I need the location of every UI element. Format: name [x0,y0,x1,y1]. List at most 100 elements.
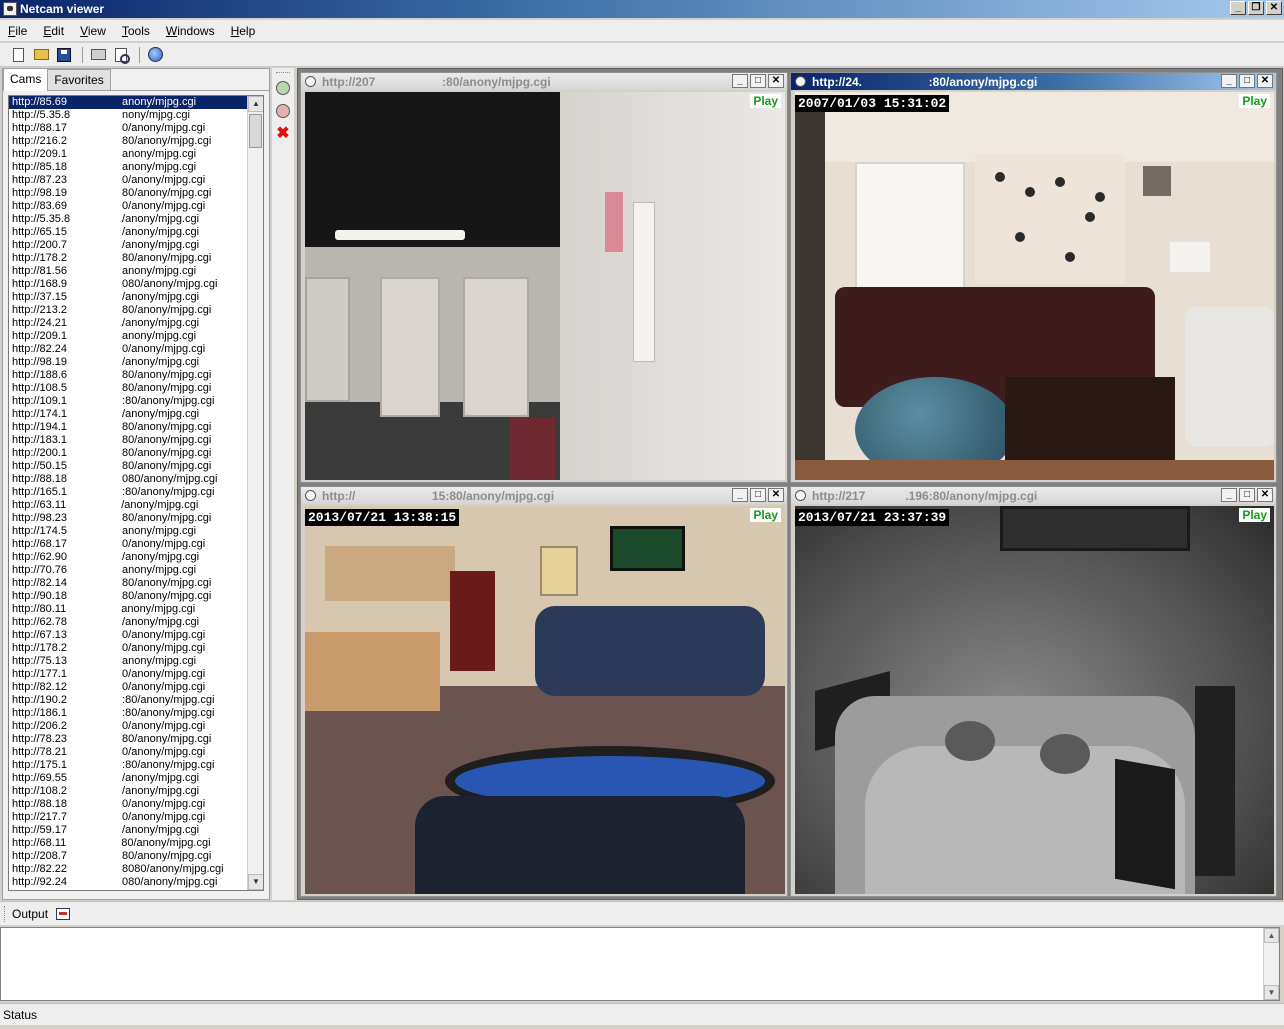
cam-list-item[interactable]: http://68.17 0/anony/mjpg.cgi [9,538,247,551]
cam-list-item[interactable]: http://175.1 :80/anony/mjpg.cgi [9,759,247,772]
maximize-button[interactable]: □ [1239,74,1255,88]
cam-list-item[interactable]: http://178.2 80/anony/mjpg.cgi [9,252,247,265]
cam-list-item[interactable]: http://177.1 0/anony/mjpg.cgi [9,668,247,681]
save-button[interactable] [54,45,74,65]
cam-list-item[interactable]: http://174.5 anony/mjpg.cgi [9,525,247,538]
tab-cams[interactable]: Cams [3,68,49,91]
menu-windows[interactable]: Windows [158,24,223,38]
close-button[interactable]: ✕ [1266,1,1282,15]
cam-list-item[interactable]: http://82.22 8080/anony/mjpg.cgi [9,863,247,876]
print-button[interactable] [88,45,108,65]
cam-list-item[interactable]: http://108.2 /anony/mjpg.cgi [9,785,247,798]
cam-window[interactable]: http:// 15:80/anony/mjpg.cgi _ □ ✕ 2013/… [300,486,788,897]
close-button[interactable]: ✕ [768,488,784,502]
cam-list-item[interactable]: http://70.76 anony/mjpg.cgi [9,564,247,577]
maximize-button[interactable]: □ [750,488,766,502]
maximize-button[interactable]: □ [750,74,766,88]
remove-cam-button[interactable] [274,102,292,120]
scroll-thumb[interactable] [249,114,262,148]
cam-list-item[interactable]: http://88.17 0/anony/mjpg.cgi [9,122,247,135]
scroll-up-arrow-icon[interactable]: ▲ [248,96,263,112]
cam-list-item[interactable]: http://194.1 80/anony/mjpg.cgi [9,421,247,434]
maximize-button[interactable]: □ [1239,488,1255,502]
cam-list[interactable]: http://85.69 anony/mjpg.cgi http://5.35.8… [8,95,264,891]
cam-video-feed[interactable]: 2007/01/03 15:31:02 Play [795,92,1274,480]
cam-list-item[interactable]: http://85.18 anony/mjpg.cgi [9,161,247,174]
menu-file[interactable]: File [0,24,35,38]
cam-list-item[interactable]: http://109.1 :80/anony/mjpg.cgi [9,395,247,408]
cam-list-item[interactable]: http://82.14 80/anony/mjpg.cgi [9,577,247,590]
delete-button[interactable]: ✖ [274,125,292,143]
output-pane[interactable]: ▲ ▼ [0,927,1280,1001]
menu-tools[interactable]: Tools [114,24,158,38]
cam-list-item[interactable]: http://69.55 /anony/mjpg.cgi [9,772,247,785]
cam-list-item[interactable]: http://186.1 :80/anony/mjpg.cgi [9,707,247,720]
cam-list-item[interactable]: http://206.2 0/anony/mjpg.cgi [9,720,247,733]
cam-list-item[interactable]: http://75.13 anony/mjpg.cgi [9,655,247,668]
cam-list-item[interactable]: http://62.78 /anony/mjpg.cgi [9,616,247,629]
cam-list-item[interactable]: http://108.5 80/anony/mjpg.cgi [9,382,247,395]
cam-window-titlebar[interactable]: http://217 .196:80/anony/mjpg.cgi _ □ ✕ [791,487,1276,504]
new-button[interactable] [8,45,28,65]
cam-list-item[interactable]: http://190.2 :80/anony/mjpg.cgi [9,694,247,707]
menu-edit[interactable]: Edit [35,24,72,38]
output-window-icon[interactable] [56,907,71,920]
cam-list-item[interactable]: http://98.19 80/anony/mjpg.cgi [9,187,247,200]
cam-list-item[interactable]: http://78.23 80/anony/mjpg.cgi [9,733,247,746]
minimize-button[interactable]: _ [1221,74,1237,88]
cam-list-item[interactable]: http://183.1 80/anony/mjpg.cgi [9,434,247,447]
output-tab-label[interactable]: Output [12,907,48,921]
cam-list-item[interactable]: http://62.90 /anony/mjpg.cgi [9,551,247,564]
menu-view[interactable]: View [72,24,114,38]
cam-list-item[interactable]: http://98.19 /anony/mjpg.cgi [9,356,247,369]
add-cam-button[interactable] [274,79,292,97]
cam-list-item[interactable]: http://65.15 /anony/mjpg.cgi [9,226,247,239]
cam-list-item[interactable]: http://67.13 0/anony/mjpg.cgi [9,629,247,642]
cam-list-item[interactable]: http://188.6 80/anony/mjpg.cgi [9,369,247,382]
close-button[interactable]: ✕ [768,74,784,88]
cam-list-item[interactable]: http://80.11 anony/mjpg.cgi [9,603,247,616]
cam-window[interactable]: http://24. :80/anony/mjpg.cgi _ □ ✕ 2007… [790,72,1277,483]
cam-list-item[interactable]: http://85.69 anony/mjpg.cgi [9,96,247,109]
minimize-button[interactable]: _ [732,488,748,502]
cam-list-item[interactable]: http://83.69 0/anony/mjpg.cgi [9,200,247,213]
cam-list-item[interactable]: http://98.23 80/anony/mjpg.cgi [9,512,247,525]
cam-video-feed[interactable]: 2013/07/21 23:37:39 Play [795,506,1274,894]
cam-list-item[interactable]: http://88.18 0/anony/mjpg.cgi [9,798,247,811]
cam-list-item[interactable]: http://68.11 80/anony/mjpg.cgi [9,837,247,850]
cam-list-item[interactable]: http://209.1 anony/mjpg.cgi [9,330,247,343]
cam-list-item[interactable]: http://209.1 anony/mjpg.cgi [9,148,247,161]
scroll-up-arrow-icon[interactable]: ▲ [1264,928,1279,943]
cam-list-item[interactable]: http://213.2 80/anony/mjpg.cgi [9,304,247,317]
open-button[interactable] [31,45,51,65]
cam-list-item[interactable]: http://87.23 0/anony/mjpg.cgi [9,174,247,187]
cam-video-feed[interactable]: 2013/07/21 13:38:15 Play [305,506,785,894]
minimize-button[interactable]: _ [732,74,748,88]
cam-list-item[interactable]: http://59.17 /anony/mjpg.cgi [9,824,247,837]
cam-list-item[interactable]: http://216.2 80/anony/mjpg.cgi [9,135,247,148]
close-button[interactable]: ✕ [1257,488,1273,502]
cam-list-item[interactable]: http://200.7 /anony/mjpg.cgi [9,239,247,252]
cam-list-item[interactable]: http://78.21 0/anony/mjpg.cgi [9,746,247,759]
cam-list-item[interactable]: http://168.9 080/anony/mjpg.cgi [9,278,247,291]
cam-list-item[interactable]: http://88.18 080/anony/mjpg.cgi [9,473,247,486]
cam-list-item[interactable]: http://24.21 /anony/mjpg.cgi [9,317,247,330]
cam-list-item[interactable]: http://82.24 0/anony/mjpg.cgi [9,343,247,356]
cam-list-item[interactable]: http://5.35.8 nony/mjpg.cgi [9,109,247,122]
cam-list-item[interactable]: http://50.15 80/anony/mjpg.cgi [9,460,247,473]
cam-list-item[interactable]: http://5.35.8 /anony/mjpg.cgi [9,213,247,226]
cam-list-item[interactable]: http://200.1 80/anony/mjpg.cgi [9,447,247,460]
cam-list-item[interactable]: http://92.24 080/anony/mjpg.cgi [9,876,247,889]
cam-list-item[interactable]: http://217.7 0/anony/mjpg.cgi [9,811,247,824]
cam-list-item[interactable]: http://82.12 0/anony/mjpg.cgi [9,681,247,694]
cam-list-item[interactable]: http://208.7 80/anony/mjpg.cgi [9,850,247,863]
close-button[interactable]: ✕ [1257,74,1273,88]
scroll-down-arrow-icon[interactable]: ▼ [248,874,263,890]
cam-window-titlebar[interactable]: http://24. :80/anony/mjpg.cgi _ □ ✕ [791,73,1276,90]
cam-list-scrollbar[interactable]: ▲ ▼ [247,96,263,890]
cam-window-titlebar[interactable]: http://207 :80/anony/mjpg.cgi _ □ ✕ [301,73,787,90]
cam-list-item[interactable]: http://178.2 0/anony/mjpg.cgi [9,642,247,655]
cam-list-item[interactable]: http://174.1 /anony/mjpg.cgi [9,408,247,421]
menu-help[interactable]: Help [223,24,264,38]
cam-list-item[interactable]: http://165.1 :80/anony/mjpg.cgi [9,486,247,499]
